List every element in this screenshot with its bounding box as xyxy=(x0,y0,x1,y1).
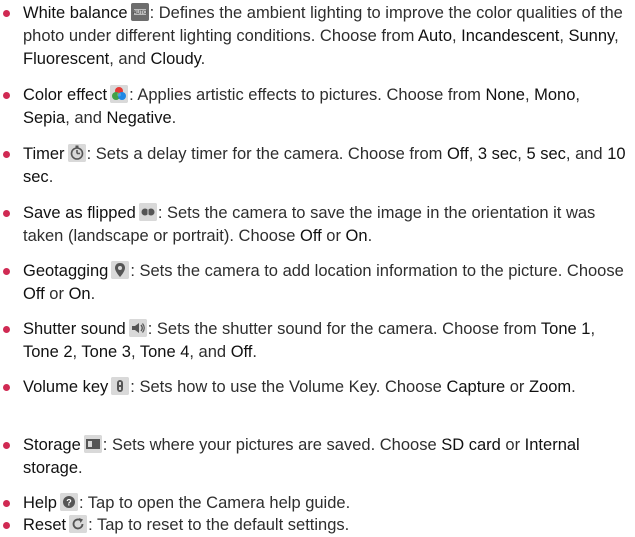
setting-item: Geotagging : Sets the camera to add locat… xyxy=(0,260,630,306)
option-value: Off xyxy=(230,343,253,361)
separator-text: . xyxy=(171,109,177,127)
option-value: Off xyxy=(23,285,45,303)
setting-name: Shutter sound xyxy=(23,320,126,338)
option-value: Off xyxy=(446,145,469,163)
separator-text: , xyxy=(452,27,462,45)
volume-key-icon xyxy=(111,377,130,395)
setting-item: Color effect : Applies artistic effects t… xyxy=(0,84,630,130)
option-value: On xyxy=(345,227,368,245)
option-value: None xyxy=(485,86,525,104)
option-value: Zoom xyxy=(528,378,572,396)
setting-item: Volume key : Sets how to use the Volume K… xyxy=(0,376,630,399)
bullet-point xyxy=(3,210,10,217)
separator-text: , xyxy=(590,320,596,338)
separator-text: or xyxy=(321,227,346,245)
option-value: Mono xyxy=(534,86,576,104)
setting-item: White balance AUTO: Defines the ambient l… xyxy=(0,2,630,71)
separator-text: . xyxy=(200,50,206,68)
setting-name: Geotagging xyxy=(23,262,109,280)
separator-text: . xyxy=(48,168,54,186)
setting-name: Timer xyxy=(23,145,65,163)
separator-text: . xyxy=(78,459,83,477)
separator-text: or xyxy=(500,436,525,454)
setting-description: : Sets how to use the Volume Key. Choose xyxy=(130,378,447,396)
separator-text: , xyxy=(468,145,478,163)
separator-text: , and xyxy=(189,343,231,361)
setting-description: : Applies artistic effects to pictures. … xyxy=(129,86,486,104)
option-value: Cloudy xyxy=(150,50,201,68)
separator-text: or xyxy=(44,285,69,303)
setting-item: Timer : Sets a delay timer for the camera… xyxy=(0,143,630,189)
setting-description: : Sets a delay timer for the camera. Cho… xyxy=(86,145,447,163)
separator-text: . xyxy=(571,378,576,396)
help-icon: ? xyxy=(59,493,78,511)
separator-text: , xyxy=(614,27,619,45)
bullet-point xyxy=(3,326,10,333)
color-effect-icon xyxy=(110,85,129,103)
bullet-point xyxy=(3,442,10,449)
separator-text: , xyxy=(575,86,581,104)
bullet-point xyxy=(3,268,10,275)
setting-name: Help xyxy=(23,494,57,512)
reset-icon xyxy=(69,515,88,533)
setting-description: : Tap to reset to the default settings. xyxy=(88,516,350,534)
svg-text:AUTO: AUTO xyxy=(133,10,147,16)
option-value: Tone 4 xyxy=(139,343,190,361)
white-balance-icon: AUTO xyxy=(130,3,149,21)
option-value: Tone 1 xyxy=(540,320,591,338)
setting-item: Storage : Sets where your pictures are sa… xyxy=(0,434,630,480)
setting-name: Storage xyxy=(23,436,81,454)
separator-text: or xyxy=(505,378,529,396)
bullet-point xyxy=(3,384,10,391)
setting-item: Reset : Tap to reset to the default setti… xyxy=(0,514,630,537)
setting-description: : Sets where your pictures are saved. Ch… xyxy=(102,436,442,454)
option-value: Incandescent xyxy=(461,27,560,45)
option-value: Tone 2 xyxy=(23,343,73,361)
setting-description: : Sets the camera to add location inform… xyxy=(130,262,624,280)
option-value: Fluorescent xyxy=(23,50,110,68)
timer-icon xyxy=(67,144,86,162)
option-value: Negative xyxy=(106,109,172,127)
bullet-point xyxy=(3,151,10,158)
setting-name: Color effect xyxy=(23,86,108,104)
setting-item: Save as flipped: Sets the camera to save… xyxy=(0,202,630,248)
separator-text: , and xyxy=(565,145,608,163)
bullet-point xyxy=(3,92,10,99)
separator-text: . xyxy=(252,343,257,361)
flip-icon xyxy=(138,203,157,221)
separator-text: , and xyxy=(109,50,151,68)
setting-item: Help? : Tap to open the Camera help guide… xyxy=(0,492,630,515)
option-value: Sepia xyxy=(23,109,66,127)
option-value: Sunny xyxy=(568,27,615,45)
option-value: SD card xyxy=(441,436,501,454)
bullet-point xyxy=(3,10,10,17)
separator-text: . xyxy=(90,285,96,303)
separator-text: , xyxy=(130,343,140,361)
setting-name: Volume key xyxy=(23,378,109,396)
svg-text:?: ? xyxy=(66,498,72,508)
option-value: 5 sec xyxy=(526,145,566,163)
separator-text: , and xyxy=(65,109,107,127)
bullet-point xyxy=(3,522,10,529)
settings-document: White balance AUTO: Defines the ambient l… xyxy=(0,0,635,534)
separator-text: , xyxy=(559,27,569,45)
option-value: On xyxy=(68,285,91,303)
setting-description: : Sets the shutter sound for the camera.… xyxy=(147,320,541,338)
option-value: 3 sec xyxy=(477,145,518,163)
separator-text: , xyxy=(524,86,535,104)
setting-name: White balance xyxy=(23,4,128,22)
shutter-sound-icon xyxy=(128,319,147,337)
option-value: Auto xyxy=(418,27,452,45)
setting-description: : Tap to open the Camera help guide. xyxy=(78,494,351,512)
setting-name: Save as flipped xyxy=(23,204,136,222)
option-value: Tone 3 xyxy=(81,343,131,361)
setting-item: Shutter sound : Sets the shutter sound fo… xyxy=(0,318,630,364)
option-value: Capture xyxy=(446,378,506,396)
option-value: Off xyxy=(299,227,322,245)
geotag-icon xyxy=(111,261,130,279)
bullet-point xyxy=(3,500,10,507)
setting-name: Reset xyxy=(23,516,67,534)
separator-text: . xyxy=(367,227,373,245)
storage-icon xyxy=(83,435,102,453)
